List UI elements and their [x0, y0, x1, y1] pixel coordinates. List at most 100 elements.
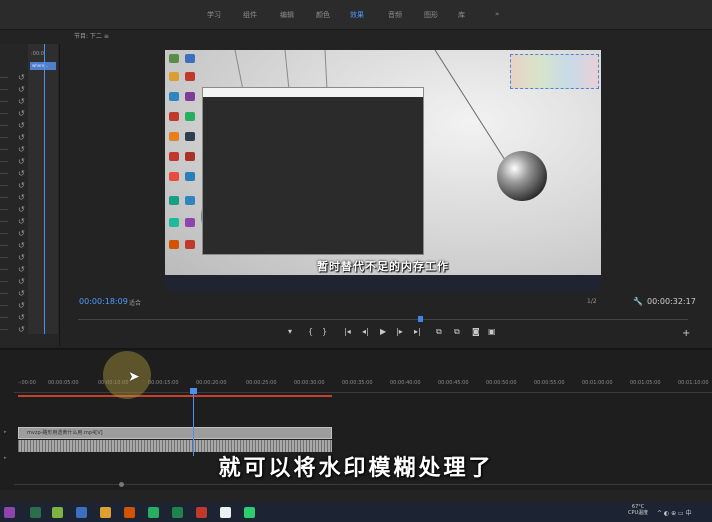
reset-icon[interactable]: ↺ [18, 277, 25, 286]
reset-icon[interactable]: ↺ [18, 109, 25, 118]
scrollbar-knob[interactable] [119, 482, 124, 487]
folder-icon[interactable] [100, 507, 111, 518]
tab-color[interactable]: 颜色 [316, 10, 330, 20]
playhead-timecode[interactable]: 00:00:18:09 [79, 297, 128, 306]
audition-icon[interactable] [30, 507, 41, 518]
tab-learn[interactable]: 学习 [207, 10, 221, 20]
reset-icon[interactable]: ↺ [18, 301, 25, 310]
reset-icon[interactable]: ↺ [18, 133, 25, 142]
reset-parameter-row[interactable]: ↺ [0, 240, 60, 252]
reset-icon[interactable]: ↺ [18, 85, 25, 94]
video-track-toggle[interactable]: ▸ [4, 429, 7, 435]
reset-parameter-row[interactable]: ↺ [0, 324, 60, 336]
desktop-icons [165, 50, 205, 275]
wrench-icon[interactable]: 🔧 [633, 297, 643, 306]
reset-icon[interactable]: ↺ [18, 217, 25, 226]
reset-icon[interactable]: ↺ [18, 145, 25, 154]
reset-parameter-row[interactable]: ↺ [0, 96, 60, 108]
reset-icon[interactable]: ↺ [18, 313, 25, 322]
reset-parameter-row[interactable]: ↺ [0, 252, 60, 264]
reset-icon[interactable]: ↺ [18, 181, 25, 190]
tab-graphics[interactable]: 图形 [424, 10, 438, 20]
recorded-taskbar [165, 275, 601, 291]
tab-assembly[interactable]: 组件 [243, 10, 257, 20]
go-to-out-icon[interactable]: ▸| [414, 327, 421, 336]
browser-icon[interactable] [124, 507, 135, 518]
step-forward-icon[interactable]: |▸ [396, 327, 403, 336]
reset-parameter-row[interactable]: ↺ [0, 276, 60, 288]
reset-icon[interactable]: ↺ [18, 205, 25, 214]
playback-resolution-select[interactable]: 1/2 [587, 298, 597, 305]
reset-icon[interactable]: ↺ [18, 169, 25, 178]
mouse-pointer-icon: ➤ [128, 369, 140, 385]
lift-icon[interactable]: ⧉ [436, 327, 442, 337]
app-icon[interactable] [196, 507, 207, 518]
reset-parameter-row[interactable]: ↺ [0, 228, 60, 240]
reset-icon[interactable]: ↺ [18, 325, 25, 334]
timeline-scrollbar[interactable] [14, 482, 712, 487]
more-tabs-icon[interactable]: » [495, 10, 499, 18]
play-icon[interactable]: ▶ [380, 327, 386, 336]
tab-audio[interactable]: 音频 [388, 10, 402, 20]
reset-parameter-row[interactable]: ↺ [0, 144, 60, 156]
mark-out-icon[interactable]: } [322, 327, 327, 336]
ruler-label: 00:01:10:00 [678, 380, 709, 386]
tab-editing[interactable]: 编辑 [280, 10, 294, 20]
mark-in-icon[interactable]: { [308, 327, 313, 336]
excel-icon[interactable] [172, 507, 183, 518]
reset-icon[interactable]: ↺ [18, 121, 25, 130]
blurred-watermark-region[interactable] [510, 54, 599, 89]
camera-icon[interactable]: ◙ [472, 327, 480, 336]
reset-parameter-row[interactable]: ↺ [0, 264, 60, 276]
system-tray[interactable]: ^ ◐ ⊕ ▭ 中 [657, 508, 692, 517]
tab-libraries[interactable]: 库 [458, 10, 465, 20]
reset-parameter-row[interactable]: ↺ [0, 132, 60, 144]
reset-parameter-row[interactable]: ↺ [0, 300, 60, 312]
reset-icon[interactable]: ↺ [18, 265, 25, 274]
add-marker-icon[interactable]: ▾ [288, 327, 292, 336]
scrubber-marker[interactable] [418, 316, 423, 322]
timeline-playhead[interactable] [193, 390, 194, 456]
button-editor-add[interactable]: + [682, 328, 690, 339]
reset-parameter-row[interactable]: ↺ [0, 312, 60, 324]
reset-parameter-row[interactable]: ↺ [0, 120, 60, 132]
reset-icon[interactable]: ↺ [18, 193, 25, 202]
reset-parameter-row[interactable]: ↺ [0, 204, 60, 216]
step-back-icon[interactable]: ◂| [362, 327, 369, 336]
reset-icon[interactable]: ↺ [18, 241, 25, 250]
reset-icon[interactable]: ↺ [18, 157, 25, 166]
app-icon[interactable] [220, 507, 231, 518]
go-to-in-icon[interactable]: |◂ [344, 327, 351, 336]
effect-property-rows: ↺ ↺ ↺ ↺ ↺ ↺ ↺ ↺ ↺ ↺ ↺ ↺ ↺ ↺ ↺ ↺ ↺ ↺ ↺ ↺ ↺ ↺ [0, 72, 28, 342]
reset-icon[interactable]: ↺ [18, 73, 25, 82]
reset-parameter-row[interactable]: ↺ [0, 288, 60, 300]
temperature-label: CPU温度 [628, 510, 649, 516]
reset-parameter-row[interactable]: ↺ [0, 108, 60, 120]
app-icon[interactable] [244, 507, 255, 518]
zoom-fit-select[interactable]: 适合 [129, 298, 141, 307]
mini-clip[interactable]: where... [30, 62, 56, 70]
monitor-scrubber[interactable] [73, 315, 693, 325]
work-area-bar[interactable] [18, 395, 332, 397]
video-clip[interactable]: mvzp-路形用透黄什么用.mp4[V] [18, 427, 332, 439]
wechat-icon[interactable] [148, 507, 159, 518]
timeline-playhead-handle[interactable] [190, 388, 197, 394]
reset-parameter-row[interactable]: ↺ [0, 84, 60, 96]
reset-icon[interactable]: ↺ [18, 253, 25, 262]
reset-parameter-row[interactable]: ↺ [0, 168, 60, 180]
premiere-icon[interactable] [4, 507, 15, 518]
reset-parameter-row[interactable]: ↺ [0, 180, 60, 192]
reset-parameter-row[interactable]: ↺ [0, 216, 60, 228]
app-icon[interactable] [76, 507, 87, 518]
reset-icon[interactable]: ↺ [18, 289, 25, 298]
tab-effects[interactable]: 效果 [350, 10, 364, 20]
video-preview[interactable]: 暂时替代不足的内存工作 [165, 50, 601, 291]
reset-icon[interactable]: ↺ [18, 229, 25, 238]
app-icon[interactable] [52, 507, 63, 518]
comparison-view-icon[interactable]: ▣ [488, 327, 496, 336]
reset-icon[interactable]: ↺ [18, 97, 25, 106]
reset-parameter-row[interactable]: ↺ [0, 192, 60, 204]
extract-icon[interactable]: ⧉ [454, 327, 460, 337]
reset-parameter-row[interactable]: ↺ [0, 72, 60, 84]
reset-parameter-row[interactable]: ↺ [0, 156, 60, 168]
